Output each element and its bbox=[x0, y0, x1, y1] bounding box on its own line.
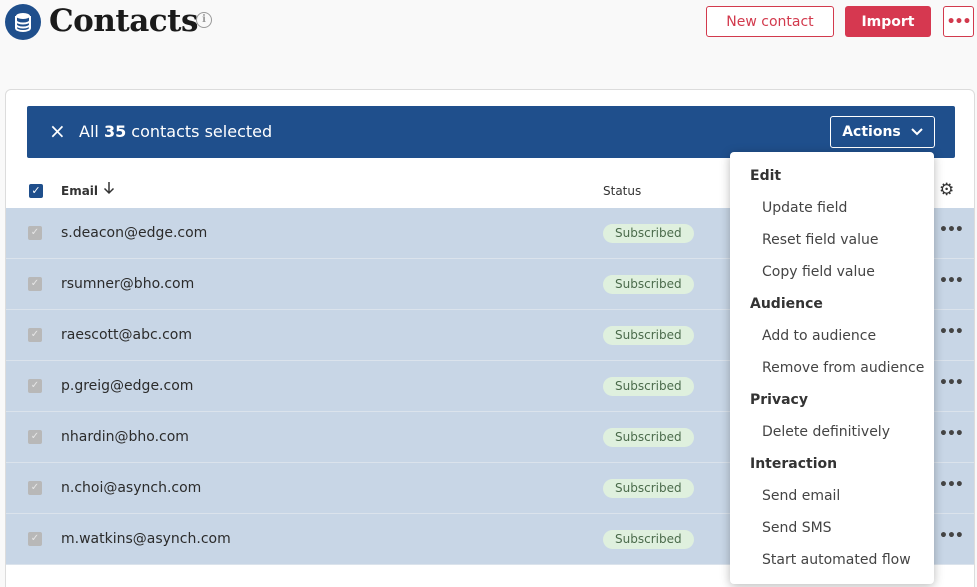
menu-item[interactable]: Copy field value bbox=[762, 264, 875, 280]
menu-item[interactable]: Delete definitively bbox=[762, 424, 890, 440]
ellipsis-icon[interactable]: ••• bbox=[939, 324, 964, 340]
row-email[interactable]: m.watkins@asynch.com bbox=[61, 531, 231, 547]
select-all-checkbox[interactable]: ✓ bbox=[29, 184, 43, 198]
actions-label: Actions bbox=[842, 124, 901, 140]
row-email[interactable]: p.greig@edge.com bbox=[61, 378, 193, 394]
selection-count: 35 bbox=[103, 122, 127, 141]
status-badge: Subscribed bbox=[603, 224, 694, 243]
page-header: Contacts i New contact Import ••• bbox=[0, 0, 977, 44]
row-checkbox[interactable]: ✓ bbox=[28, 328, 42, 342]
menu-group-label: Audience bbox=[750, 296, 823, 312]
new-contact-button[interactable]: New contact bbox=[706, 6, 834, 37]
ellipsis-icon[interactable]: ••• bbox=[939, 375, 964, 391]
more-options-button[interactable]: ••• bbox=[943, 6, 974, 37]
column-status[interactable]: Status bbox=[603, 184, 641, 198]
info-icon[interactable]: i bbox=[196, 12, 212, 28]
menu-item[interactable]: Update field bbox=[762, 200, 847, 216]
actions-menu: Edit Update field Reset field value Copy fi… bbox=[730, 152, 934, 584]
status-badge: Subscribed bbox=[603, 428, 694, 447]
database-icon bbox=[5, 4, 41, 40]
row-checkbox[interactable]: ✓ bbox=[28, 481, 42, 495]
ellipsis-icon[interactable]: ••• bbox=[939, 222, 964, 238]
status-badge: Subscribed bbox=[603, 530, 694, 549]
row-checkbox[interactable]: ✓ bbox=[28, 430, 42, 444]
arrow-down-icon[interactable] bbox=[103, 181, 115, 199]
close-icon[interactable]: × bbox=[49, 119, 66, 143]
selection-summary: All 35 contacts selected bbox=[79, 122, 272, 142]
row-email[interactable]: n.choi@asynch.com bbox=[61, 480, 201, 496]
selection-suffix: contacts selected bbox=[131, 122, 273, 141]
menu-item[interactable]: Start automated flow bbox=[762, 552, 911, 568]
row-checkbox[interactable]: ✓ bbox=[28, 277, 42, 291]
status-badge: Subscribed bbox=[603, 326, 694, 345]
row-email[interactable]: rsumner@bho.com bbox=[61, 276, 194, 292]
status-badge: Subscribed bbox=[603, 479, 694, 498]
status-badge: Subscribed bbox=[603, 377, 694, 396]
row-email[interactable]: raescott@abc.com bbox=[61, 327, 192, 343]
ellipsis-icon[interactable]: ••• bbox=[939, 528, 964, 544]
menu-item[interactable]: Remove from audience bbox=[762, 360, 924, 376]
ellipsis-icon[interactable]: ••• bbox=[939, 477, 964, 493]
import-button[interactable]: Import bbox=[845, 6, 931, 37]
row-checkbox[interactable]: ✓ bbox=[28, 379, 42, 393]
actions-button[interactable]: Actions bbox=[830, 116, 935, 148]
selection-prefix: All bbox=[79, 122, 99, 141]
row-email[interactable]: nhardin@bho.com bbox=[61, 429, 189, 445]
menu-group-label: Interaction bbox=[750, 456, 838, 472]
menu-item[interactable]: Send SMS bbox=[762, 520, 832, 536]
row-checkbox[interactable]: ✓ bbox=[28, 226, 42, 240]
row-email[interactable]: s.deacon@edge.com bbox=[61, 225, 207, 241]
selection-bar: × All 35 contacts selected Actions bbox=[27, 106, 955, 158]
page-title: Contacts bbox=[49, 3, 198, 39]
row-checkbox[interactable]: ✓ bbox=[28, 532, 42, 546]
gear-icon[interactable]: ⚙ bbox=[939, 180, 954, 200]
ellipsis-icon[interactable]: ••• bbox=[939, 273, 964, 289]
menu-group-label: Privacy bbox=[750, 392, 808, 408]
menu-group-label: Edit bbox=[750, 168, 782, 184]
column-email[interactable]: Email bbox=[61, 184, 98, 198]
menu-item[interactable]: Add to audience bbox=[762, 328, 876, 344]
status-badge: Subscribed bbox=[603, 275, 694, 294]
menu-item[interactable]: Reset field value bbox=[762, 232, 878, 248]
ellipsis-icon[interactable]: ••• bbox=[939, 426, 964, 442]
chevron-down-icon bbox=[911, 128, 923, 136]
menu-item[interactable]: Send email bbox=[762, 488, 840, 504]
